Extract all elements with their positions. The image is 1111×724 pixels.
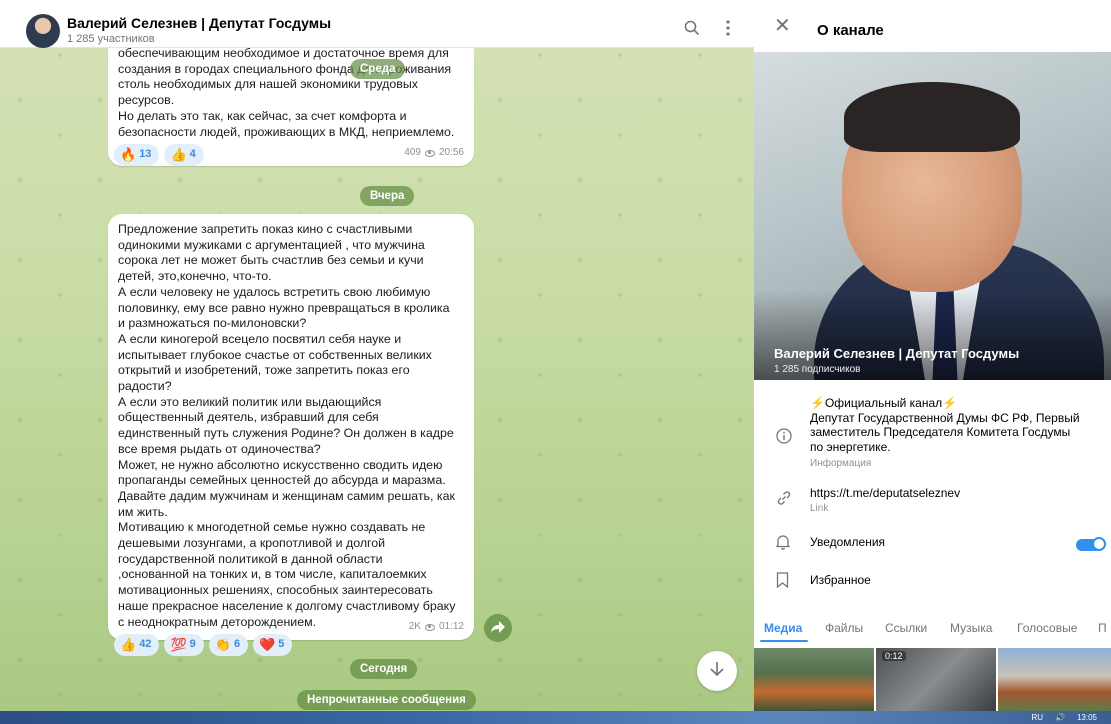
scroll-down-button[interactable] — [697, 651, 737, 691]
system-tray: RU 🔊 13:05 — [1031, 711, 1097, 724]
reaction-clap[interactable]: 👏 6 — [208, 634, 249, 657]
reaction-heart[interactable]: ❤️ 5 — [253, 634, 293, 657]
notifications-row[interactable]: Уведомления — [754, 532, 1111, 556]
tab-links[interactable]: Ссылки — [885, 621, 927, 635]
date-separator-today: Сегодня — [350, 659, 418, 679]
forward-arrow-icon — [491, 621, 505, 633]
eye-icon — [424, 149, 435, 157]
fire-emoji: 🔥 — [120, 147, 137, 163]
message-time: 01:12 — [438, 621, 464, 633]
favorites-row[interactable]: Избранное — [754, 570, 1111, 594]
reaction-count: 9 — [189, 638, 196, 651]
chat-member-count: 1 285 участников — [67, 33, 155, 45]
clap-emoji: 👏 — [214, 637, 231, 653]
reaction-thumbs-up[interactable]: 👍 4 — [164, 144, 204, 167]
channel-description: ⚡Официальный канал⚡ Депутат Государствен… — [810, 396, 1080, 454]
reaction-hundred[interactable]: 💯 9 — [164, 634, 204, 657]
media-thumbnails: 0:12 — [754, 648, 1111, 711]
info-header: ✕ О канале — [754, 0, 1111, 52]
date-separator-yesterday: Вчера — [360, 186, 415, 206]
tab-files[interactable]: Файлы — [825, 621, 863, 635]
search-icon[interactable] — [682, 20, 702, 40]
eye-icon — [424, 623, 435, 631]
channel-info-pane: ✕ О канале Валерий Селезнев | Депутат Го… — [754, 0, 1111, 711]
tab-voice[interactable]: Голосовые — [1017, 621, 1077, 635]
video-duration: 0:12 — [882, 651, 906, 661]
channel-photo[interactable]: Валерий Селезнев | Депутат Госдумы 1 285… — [754, 52, 1111, 380]
channel-name: Валерий Селезнев | Депутат Госдумы — [774, 346, 1020, 361]
link-icon — [776, 490, 792, 511]
os-taskbar: RU 🔊 13:05 — [0, 711, 1111, 724]
volume-icon[interactable]: 🔊 — [1055, 713, 1065, 722]
clock[interactable]: 13:05 — [1077, 713, 1097, 722]
close-icon[interactable]: ✕ — [774, 16, 791, 36]
media-tabs: Медиа Файлы Ссылки Музыка Голосовые П — [754, 618, 1111, 642]
message-meta: 2K 01:12 — [409, 619, 464, 635]
arrow-down-icon — [710, 662, 724, 677]
reaction-fire[interactable]: 🔥 13 — [114, 144, 160, 167]
tab-more[interactable]: П — [1098, 621, 1107, 635]
view-count: 2K — [408, 621, 421, 633]
unread-messages-separator: Непрочитанные сообщения — [297, 690, 476, 710]
thumbs-up-emoji: 👍 — [170, 147, 187, 163]
favorites-label: Избранное — [810, 573, 871, 587]
message-bubble[interactable]: обеспечивающим необходимое и достаточное… — [108, 38, 474, 167]
heart-emoji: ❤️ — [259, 637, 276, 653]
reaction-thumbs-up[interactable]: 👍 42 — [114, 634, 160, 657]
chat-header[interactable]: Валерий Селезнев | Депутат Госдумы 1 285… — [0, 0, 754, 48]
description-label: Информация — [810, 458, 872, 469]
tab-media[interactable]: Медиа — [764, 621, 802, 635]
tab-music[interactable]: Музыка — [950, 621, 992, 635]
message-meta: 409 20:56 — [404, 145, 464, 161]
reaction-count: 42 — [139, 638, 152, 651]
message-text: обеспечивающим необходимое и достаточное… — [118, 46, 455, 139]
more-vertical-icon[interactable] — [718, 20, 738, 40]
view-count: 409 — [404, 147, 421, 159]
notifications-label: Уведомления — [810, 535, 886, 549]
link-label: Link — [810, 503, 829, 514]
thumbs-up-emoji: 👍 — [120, 637, 137, 653]
media-thumb[interactable] — [998, 648, 1111, 711]
info-description-row[interactable]: ⚡Официальный канал⚡ Депутат Государствен… — [754, 394, 1111, 478]
info-title: О канале — [817, 22, 884, 39]
channel-link[interactable]: https://t.me/deputatseleznev — [810, 486, 1100, 501]
media-thumb[interactable] — [754, 648, 874, 711]
forward-button[interactable] — [484, 614, 512, 642]
channel-avatar[interactable] — [26, 14, 60, 48]
photo-hair — [844, 82, 1020, 152]
info-icon — [776, 428, 792, 449]
subscriber-count: 1 285 подписчиков — [774, 364, 861, 375]
language-indicator[interactable]: RU — [1031, 713, 1043, 722]
reaction-count: 5 — [278, 638, 285, 651]
hundred-emoji: 💯 — [170, 637, 187, 653]
message-time: 20:56 — [438, 147, 464, 159]
bell-icon — [775, 534, 791, 555]
notifications-toggle[interactable] — [1076, 537, 1106, 551]
media-thumb-video[interactable]: 0:12 — [876, 648, 996, 711]
active-tab-indicator — [760, 640, 808, 642]
reaction-count: 6 — [233, 638, 241, 651]
chat-title: Валерий Селезнев | Депутат Госдумы — [67, 15, 332, 31]
chat-pane: Валерий Селезнев | Депутат Госдумы 1 285… — [0, 0, 754, 711]
date-separator-wednesday: Среда — [350, 59, 406, 79]
message-bubble[interactable]: Предложение запретить показ кино с счаст… — [108, 214, 474, 657]
info-link-row[interactable]: https://t.me/deputatseleznev Link — [754, 484, 1111, 520]
reaction-count: 4 — [189, 148, 196, 161]
bookmark-icon — [776, 572, 789, 593]
reaction-count: 13 — [139, 148, 152, 161]
message-text: Предложение запретить показ кино с счаст… — [118, 222, 456, 629]
